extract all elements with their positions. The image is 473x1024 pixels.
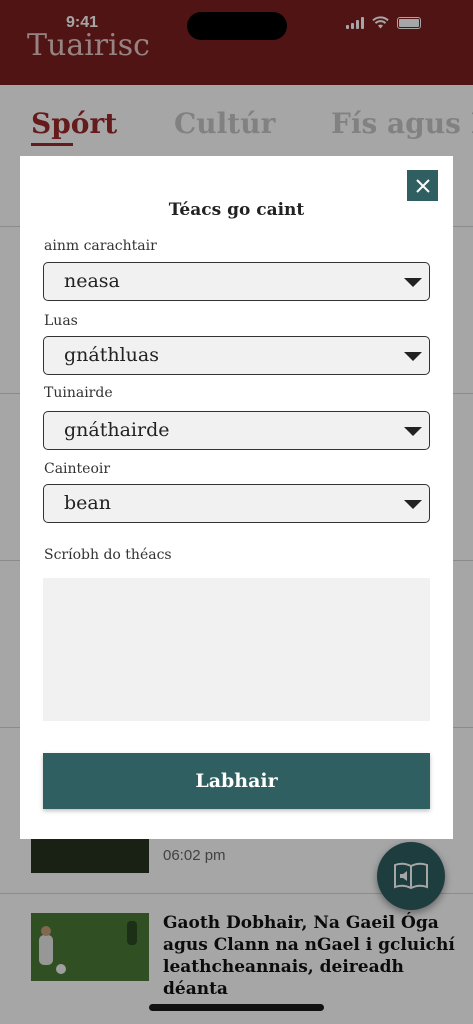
dropdown-arrow-icon — [404, 427, 422, 436]
pitch-label: Tuinairde — [44, 385, 113, 401]
close-icon — [415, 178, 430, 193]
home-indicator[interactable] — [149, 1004, 324, 1011]
dropdown-arrow-icon — [404, 500, 422, 509]
pitch-value: gnáthairde — [64, 419, 170, 441]
dropdown-arrow-icon — [404, 278, 422, 287]
dialog-title: Téacs go caint — [168, 200, 305, 220]
character-name-label: ainm carachtair — [44, 238, 157, 254]
character-name-value: neasa — [64, 270, 120, 292]
speak-button[interactable]: Labhair — [43, 753, 430, 809]
speed-label: Luas — [44, 313, 78, 329]
text-input[interactable] — [43, 578, 430, 721]
text-to-speech-dialog: Téacs go caint ainm carachtair neasa Lua… — [20, 156, 453, 839]
dropdown-arrow-icon — [404, 352, 422, 361]
speed-select[interactable]: gnáthluas — [43, 336, 430, 375]
speaker-label: Cainteoir — [44, 461, 111, 477]
speaker-select[interactable]: bean — [43, 484, 430, 523]
speaker-value: bean — [64, 492, 111, 514]
close-button[interactable] — [407, 170, 438, 201]
speed-value: gnáthluas — [64, 344, 159, 366]
pitch-select[interactable]: gnáthairde — [43, 411, 430, 450]
text-input-label: Scríobh do théacs — [44, 547, 172, 563]
character-name-select[interactable]: neasa — [43, 262, 430, 301]
